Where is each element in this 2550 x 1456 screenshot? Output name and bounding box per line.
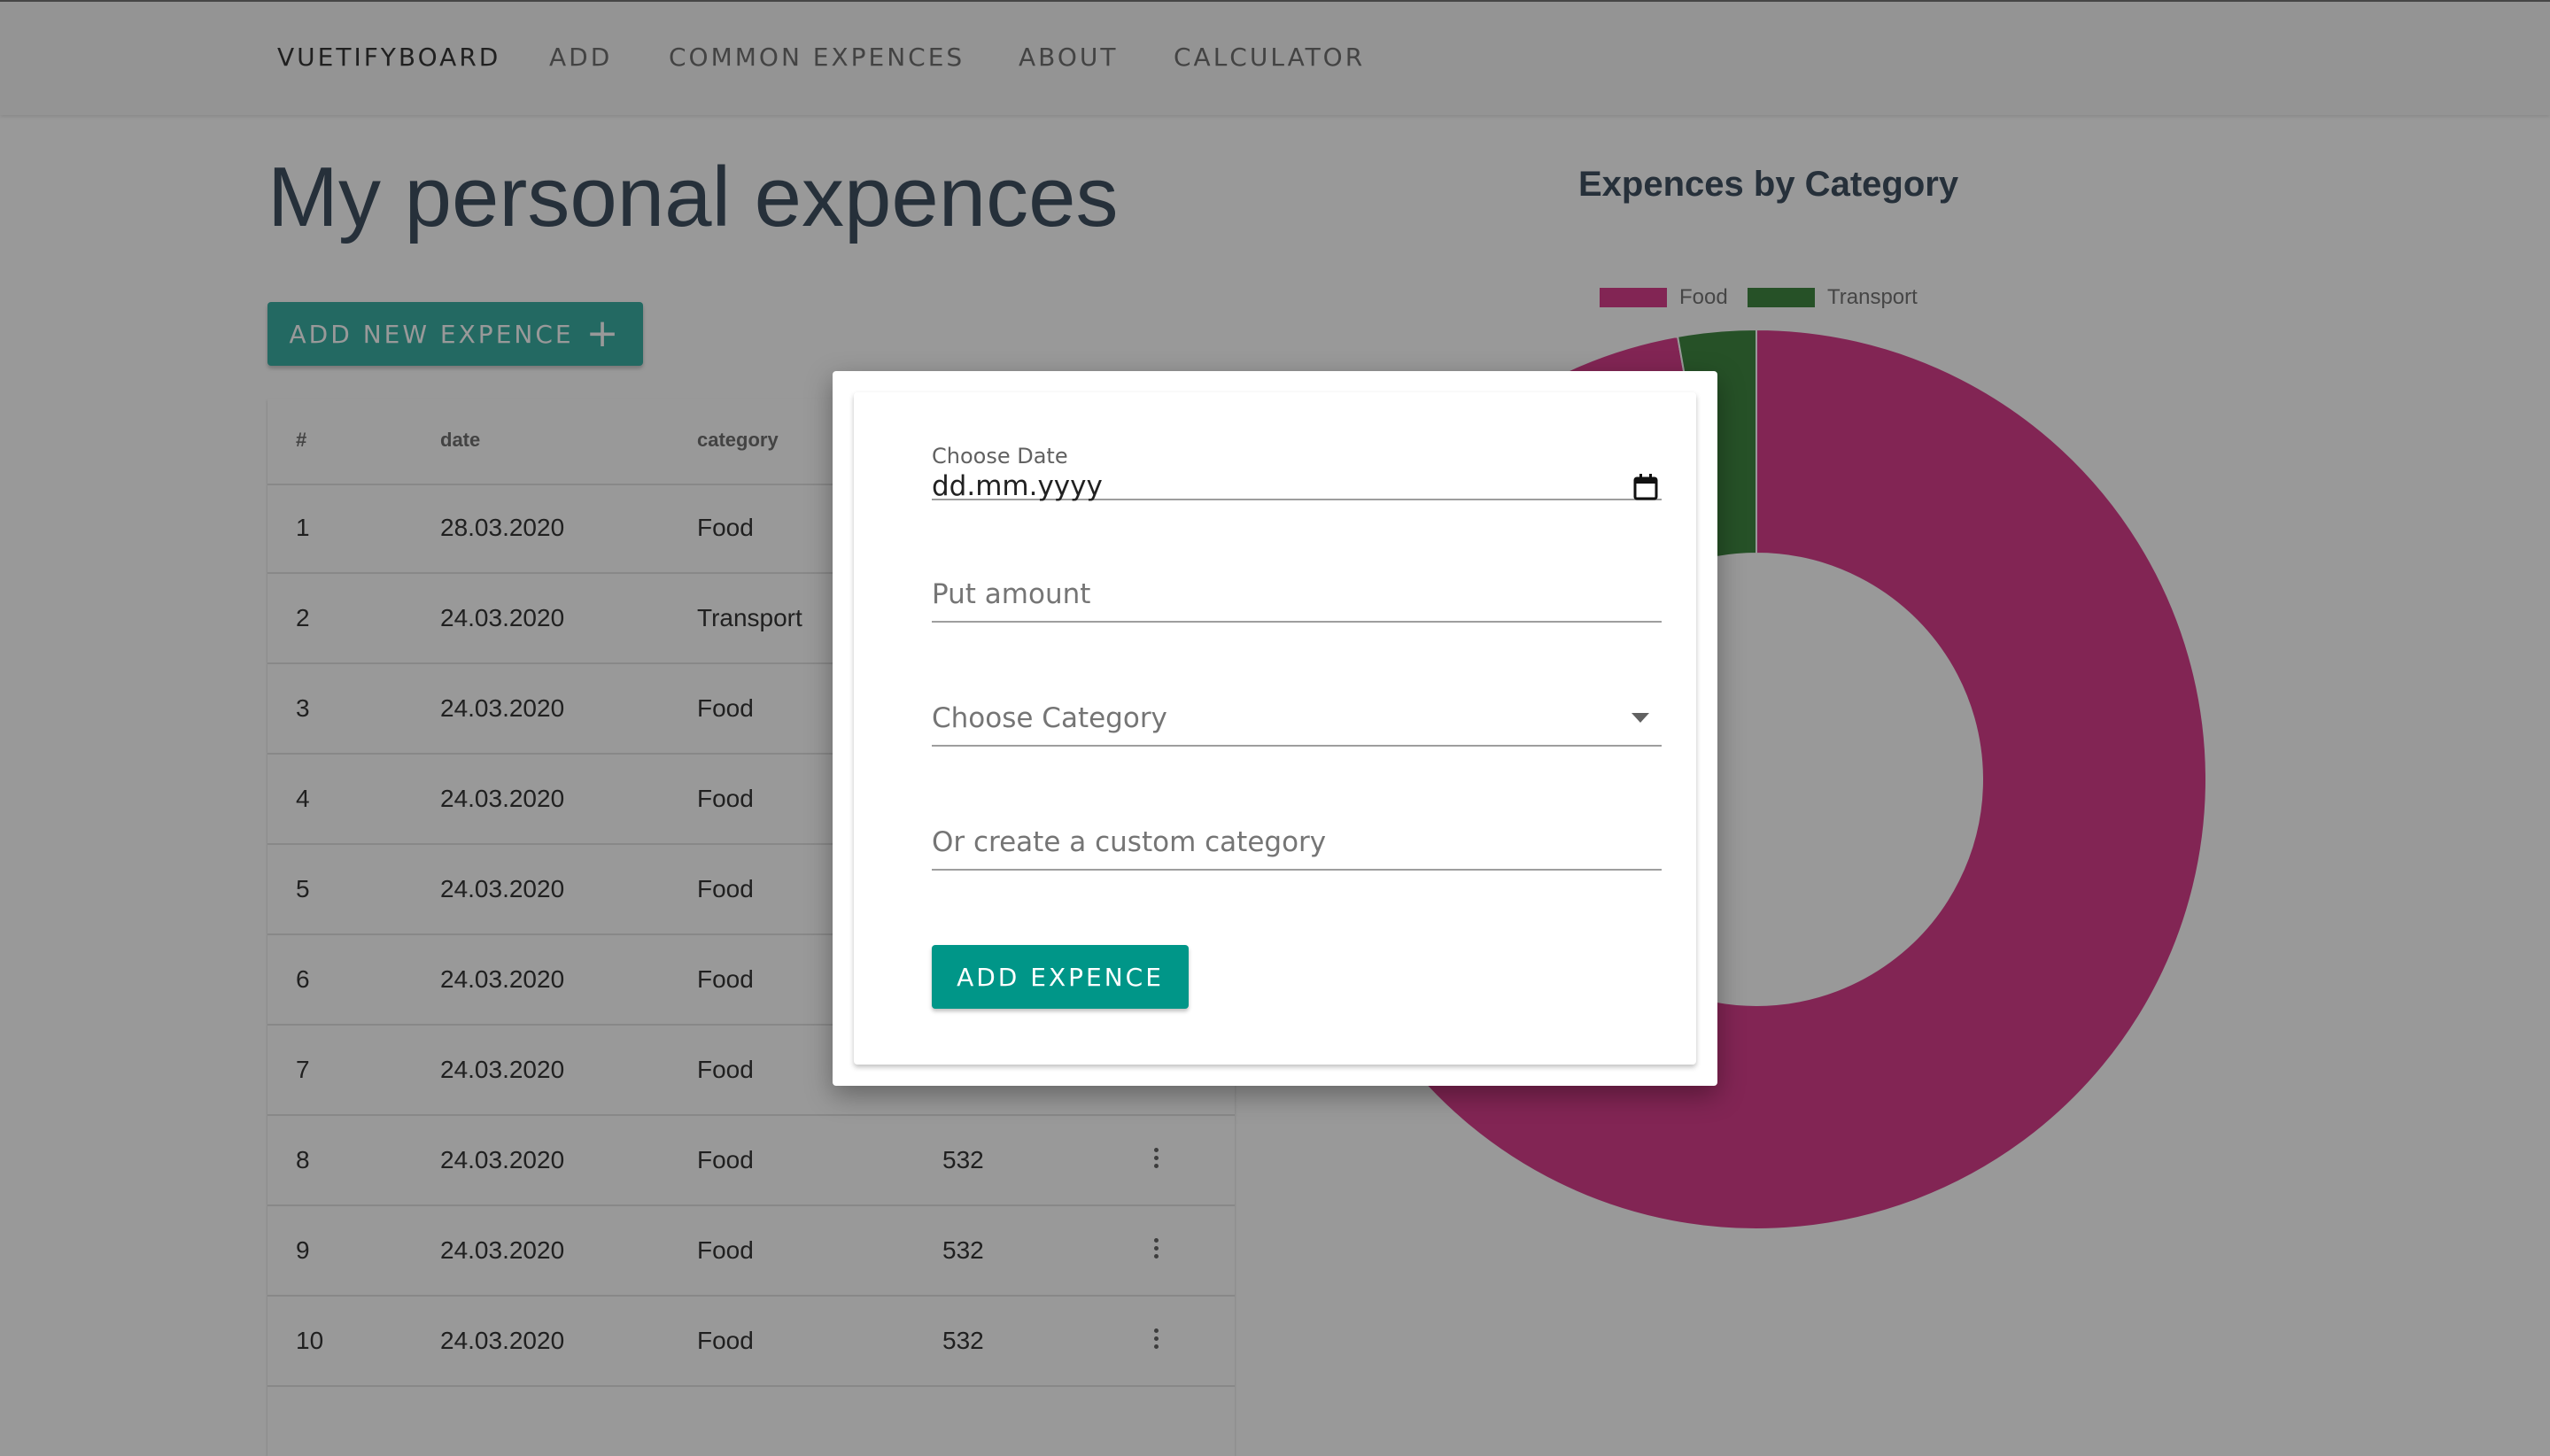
custom-category-field[interactable]: Or create a custom category bbox=[932, 814, 1662, 871]
date-field-value[interactable]: dd.mm.yyyy bbox=[932, 470, 1103, 502]
category-select[interactable]: Choose Category bbox=[932, 690, 1662, 747]
custom-category-placeholder: Or create a custom category bbox=[932, 826, 1327, 858]
amount-field[interactable]: Put amount bbox=[932, 566, 1662, 623]
dropdown-arrow-icon[interactable] bbox=[1632, 713, 1649, 724]
category-placeholder: Choose Category bbox=[932, 702, 1167, 734]
add-expence-form: Choose Date dd.mm.yyyy Put amount Choose… bbox=[854, 392, 1696, 1065]
amount-placeholder: Put amount bbox=[932, 578, 1091, 610]
date-field-label: Choose Date bbox=[932, 444, 1068, 469]
calendar-icon[interactable] bbox=[1633, 474, 1658, 500]
add-expence-button[interactable]: ADD EXPENCE bbox=[932, 945, 1189, 1009]
add-expence-dialog: Choose Date dd.mm.yyyy Put amount Choose… bbox=[833, 371, 1717, 1086]
date-field[interactable]: Choose Date dd.mm.yyyy bbox=[932, 444, 1662, 502]
